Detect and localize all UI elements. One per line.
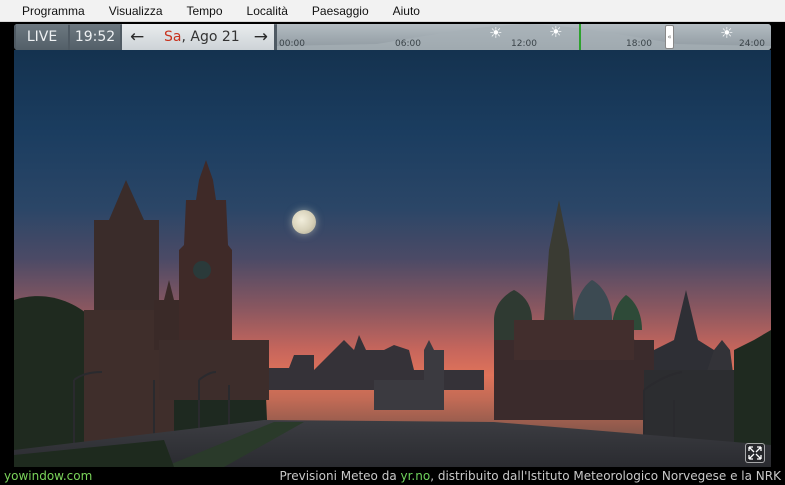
credits-prefix: Previsioni Meteo da bbox=[279, 469, 401, 483]
timeline-bar: LIVE 19:52 ← Sa, Ago 21 → 00:00 06:00 12… bbox=[14, 24, 771, 50]
brand-link[interactable]: yowindow.com bbox=[4, 467, 92, 485]
expand-icon bbox=[748, 446, 762, 460]
credits-text: Previsioni Meteo da yr.no, distribuito d… bbox=[280, 467, 781, 485]
yr-link[interactable]: yr.no bbox=[401, 469, 431, 483]
menu-tempo[interactable]: Tempo bbox=[175, 0, 235, 22]
kremlin-skyline bbox=[14, 160, 771, 467]
tick-0600: 06:00 bbox=[395, 39, 421, 49]
tick-1800: 18:00 bbox=[626, 39, 652, 49]
tick-1200: 12:00 bbox=[511, 39, 537, 49]
live-button[interactable]: LIVE bbox=[16, 24, 68, 50]
current-time-marker bbox=[579, 24, 581, 50]
sun-cloud-icon: ☀ bbox=[489, 24, 503, 42]
menu-programma[interactable]: Programma bbox=[10, 0, 97, 22]
time-scrubber-handle[interactable]: « bbox=[665, 25, 674, 49]
prev-day-button[interactable]: ← bbox=[130, 24, 144, 50]
status-bar: yowindow.com Previsioni Meteo da yr.no, … bbox=[0, 467, 785, 485]
next-day-button[interactable]: → bbox=[254, 24, 268, 50]
credits-suffix: , distribuito dall'Istituto Meteorologic… bbox=[430, 469, 781, 483]
fullscreen-button[interactable] bbox=[745, 443, 765, 463]
weather-scene bbox=[14, 50, 771, 467]
day-label: Sa bbox=[164, 29, 182, 45]
date-label: Sa, Ago 21 bbox=[164, 24, 240, 50]
sun-cloud-icon: ☀ bbox=[720, 24, 734, 42]
tick-0000: 00:00 bbox=[279, 39, 305, 49]
sun-icon: ☀ bbox=[549, 24, 563, 41]
menu-paesaggio[interactable]: Paesaggio bbox=[300, 0, 381, 22]
tick-2400: 24:00 bbox=[739, 39, 765, 49]
clock-display: 19:52 bbox=[70, 24, 120, 50]
menu-localita[interactable]: Località bbox=[235, 0, 300, 22]
menu-bar: Programma Visualizza Tempo Località Paes… bbox=[0, 0, 785, 22]
timeline-track[interactable]: 00:00 06:00 12:00 18:00 24:00 ☀ ☀ ☀ « bbox=[277, 24, 771, 50]
date-navigator: ← Sa, Ago 21 → bbox=[122, 24, 274, 50]
date-rest: , Ago 21 bbox=[181, 29, 240, 45]
menu-aiuto[interactable]: Aiuto bbox=[381, 0, 432, 22]
menu-visualizza[interactable]: Visualizza bbox=[97, 0, 175, 22]
